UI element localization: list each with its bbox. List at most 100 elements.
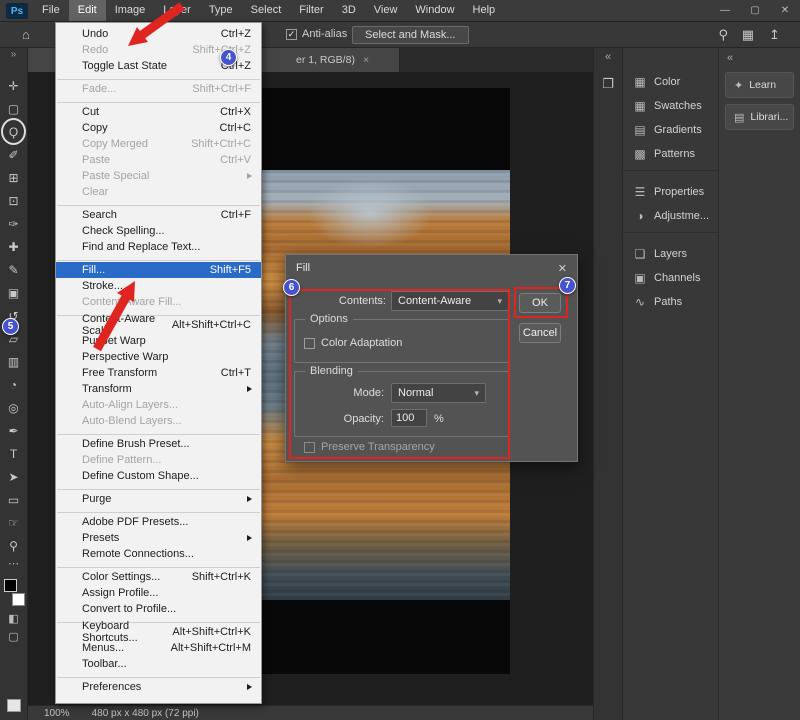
menu-item[interactable]: Find and Replace Text...: [56, 239, 261, 255]
dialog-title-bar[interactable]: Fill ✕: [286, 255, 577, 281]
menu-item[interactable]: Free Transform Ctrl+T: [56, 365, 261, 381]
collapsed-panel-icon[interactable]: ❐: [594, 76, 622, 92]
panel-learn[interactable]: ✦ Learn: [725, 72, 794, 98]
menu-item[interactable]: Search Ctrl+F: [56, 207, 261, 223]
panel-gradients[interactable]: ▤ Gradients: [623, 118, 718, 142]
move-tool[interactable]: ✛: [0, 74, 27, 97]
menu-item[interactable]: Puppet Warp: [56, 333, 261, 349]
zoom-tool[interactable]: ⚲: [0, 534, 27, 557]
menu-bar-item[interactable]: Edit: [69, 0, 106, 21]
menu-item[interactable]: Adobe PDF Presets...: [56, 514, 261, 530]
expand-toolbar-icon[interactable]: »: [0, 48, 27, 62]
menu-item[interactable]: [57, 507, 260, 514]
menu-item[interactable]: Paste Ctrl+V: [56, 152, 261, 168]
menu-item[interactable]: Fade... Shift+Ctrl+F: [56, 81, 261, 97]
minimize-button[interactable]: —: [710, 0, 740, 21]
panel-tab[interactable]: [623, 170, 718, 180]
menu-item[interactable]: Undo Ctrl+Z: [56, 26, 261, 42]
menu-item[interactable]: [57, 484, 260, 491]
background-color-swatch[interactable]: [12, 593, 25, 606]
marquee-tool[interactable]: ▢: [0, 97, 27, 120]
menu-item[interactable]: Fill... Shift+F5: [56, 262, 261, 278]
menu-item[interactable]: [57, 672, 260, 679]
menu-item[interactable]: Define Custom Shape...: [56, 468, 261, 484]
menu-item[interactable]: Paste Special: [56, 168, 261, 184]
crop-tool[interactable]: ⊞: [0, 166, 27, 189]
menu-bar-item[interactable]: Filter: [290, 0, 332, 21]
tab-close-icon[interactable]: ×: [363, 54, 369, 66]
panel-tab[interactable]: [623, 232, 718, 242]
menu-bar-item[interactable]: File: [33, 0, 69, 21]
menu-item[interactable]: Toolbar...: [56, 656, 261, 672]
brush-tool[interactable]: ✎: [0, 258, 27, 281]
menu-item[interactable]: Copy Ctrl+C: [56, 120, 261, 136]
share-icon[interactable]: ↥: [769, 27, 780, 43]
default-colors-icon[interactable]: [7, 699, 21, 712]
menu-item[interactable]: Keyboard Shortcuts... Alt+Shift+Ctrl+K: [56, 624, 261, 640]
ok-button[interactable]: OK: [519, 293, 561, 313]
menu-item[interactable]: [57, 97, 260, 104]
screen-mode-icon[interactable]: ▢: [8, 627, 18, 645]
pen-tool[interactable]: ✒: [0, 419, 27, 442]
panel-color[interactable]: ▦ Color: [623, 70, 718, 94]
select-and-mask-button[interactable]: Select and Mask...: [352, 26, 469, 44]
menu-item[interactable]: Convert to Profile...: [56, 601, 261, 617]
dialog-close-icon[interactable]: ✕: [558, 262, 567, 275]
checkbox-icon[interactable]: [304, 338, 315, 349]
panel-paths[interactable]: ∿ Paths: [623, 290, 718, 314]
menu-item[interactable]: [57, 74, 260, 81]
edit-toolbar-icon[interactable]: ⋯: [8, 557, 19, 573]
menu-item[interactable]: Content-Aware Scale Alt+Shift+Ctrl+C: [56, 317, 261, 333]
shape-tool[interactable]: ▭: [0, 488, 27, 511]
collapse-dock-icon[interactable]: «: [719, 48, 800, 68]
lasso-tool[interactable]: Ϙ: [0, 120, 27, 143]
hand-tool[interactable]: ☞: [0, 511, 27, 534]
menu-item[interactable]: Transform: [56, 381, 261, 397]
mode-dropdown[interactable]: Normal ▾: [391, 383, 486, 403]
panel-channels[interactable]: ▣ Channels: [623, 266, 718, 290]
type-tool[interactable]: T: [0, 442, 27, 465]
menu-item[interactable]: Perspective Warp: [56, 349, 261, 365]
menu-bar-item[interactable]: Image: [106, 0, 155, 21]
home-icon[interactable]: ⌂: [22, 27, 30, 42]
menu-item[interactable]: Check Spelling...: [56, 223, 261, 239]
menu-item[interactable]: [57, 562, 260, 569]
menu-bar-item[interactable]: Select: [242, 0, 291, 21]
quick-selection-tool[interactable]: ✐: [0, 143, 27, 166]
panel-patterns[interactable]: ▩ Patterns: [623, 142, 718, 166]
dodge-tool[interactable]: ◎: [0, 396, 27, 419]
search-icon[interactable]: ⚲: [718, 27, 728, 43]
menu-item[interactable]: Cut Ctrl+X: [56, 104, 261, 120]
menu-item[interactable]: Stroke...: [56, 278, 261, 294]
menu-item[interactable]: [57, 429, 260, 436]
menu-item[interactable]: Assign Profile...: [56, 585, 261, 601]
menu-item[interactable]: Purge: [56, 491, 261, 507]
checkbox-icon[interactable]: ✓: [286, 29, 297, 40]
menu-item[interactable]: Presets: [56, 530, 261, 546]
collapse-dock-icon[interactable]: «: [594, 48, 622, 66]
menu-item[interactable]: Auto-Blend Layers...: [56, 413, 261, 429]
menu-item[interactable]: Preferences: [56, 679, 261, 695]
preserve-transparency-checkbox[interactable]: Preserve Transparency: [304, 441, 435, 453]
healing-brush-tool[interactable]: ✚: [0, 235, 27, 258]
menu-item[interactable]: [57, 200, 260, 207]
menu-bar-item[interactable]: Layer: [154, 0, 200, 21]
panel-properties[interactable]: ☰ Properties: [623, 180, 718, 204]
menu-item[interactable]: Menus... Alt+Shift+Ctrl+M: [56, 640, 261, 656]
foreground-color-swatch[interactable]: [4, 579, 17, 592]
panel-adjustments[interactable]: ◑ Adjustme...: [623, 204, 718, 228]
menu-bar-item[interactable]: Help: [464, 0, 505, 21]
maximize-button[interactable]: ▢: [740, 0, 770, 21]
contents-dropdown[interactable]: Content-Aware ▾: [391, 291, 509, 311]
menu-bar-item[interactable]: Type: [200, 0, 242, 21]
opacity-input[interactable]: [391, 409, 427, 427]
eyedropper-tool[interactable]: ✑: [0, 212, 27, 235]
clone-stamp-tool[interactable]: ▣: [0, 281, 27, 304]
menu-bar-item[interactable]: 3D: [333, 0, 365, 21]
menu-item[interactable]: Define Pattern...: [56, 452, 261, 468]
panel-layers[interactable]: ❏ Layers: [623, 242, 718, 266]
frame-tool[interactable]: ⊡: [0, 189, 27, 212]
gradient-tool[interactable]: ▥: [0, 350, 27, 373]
blur-tool[interactable]: ◔: [0, 373, 27, 396]
menu-item[interactable]: Define Brush Preset...: [56, 436, 261, 452]
